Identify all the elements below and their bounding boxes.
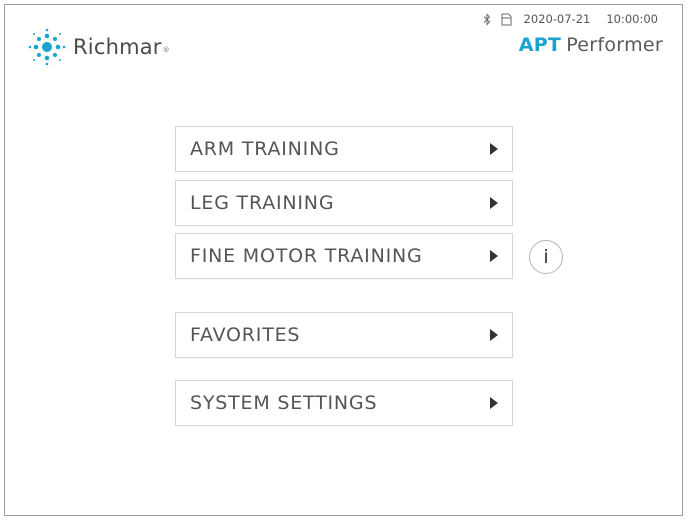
arrow-right-icon (490, 250, 498, 262)
system-settings-button[interactable]: SYSTEM SETTINGS (175, 380, 513, 426)
favorites-button[interactable]: FAVORITES (175, 312, 513, 358)
leg-training-label: LEG TRAINING (190, 192, 335, 214)
fine-motor-training-button[interactable]: FINE MOTOR TRAINING (175, 233, 513, 279)
arrow-right-icon (490, 329, 498, 341)
arrow-right-icon (490, 143, 498, 155)
device-screen: Richmar ® 2020-07-21 10:00:00 APT Performe… (4, 4, 683, 516)
status-bar: 2020-07-21 10:00:00 (483, 12, 658, 26)
status-date: 2020-07-21 (523, 12, 591, 26)
info-button[interactable]: i (529, 240, 563, 274)
arm-training-label: ARM TRAINING (190, 138, 340, 160)
arrow-right-icon (490, 197, 498, 209)
product-suffix: Performer (566, 34, 663, 56)
brand-name: Richmar (73, 35, 162, 59)
brand-registered-mark: ® (162, 46, 170, 54)
fine-motor-training-label: FINE MOTOR TRAINING (190, 245, 423, 267)
product-prefix: APT (518, 34, 562, 56)
product-title: APT Performer (519, 34, 663, 56)
sd-card-icon (501, 13, 511, 25)
arrow-right-icon (490, 397, 498, 409)
leg-training-button[interactable]: LEG TRAINING (175, 180, 513, 226)
arm-training-button[interactable]: ARM TRAINING (175, 126, 513, 172)
bluetooth-icon (483, 12, 490, 26)
favorites-label: FAVORITES (190, 324, 301, 346)
richmar-molecule-icon (28, 28, 66, 66)
info-icon: i (543, 246, 549, 268)
status-time: 10:00:00 (606, 12, 658, 26)
system-settings-label: SYSTEM SETTINGS (190, 392, 378, 414)
richmar-logo: Richmar ® (27, 27, 170, 67)
